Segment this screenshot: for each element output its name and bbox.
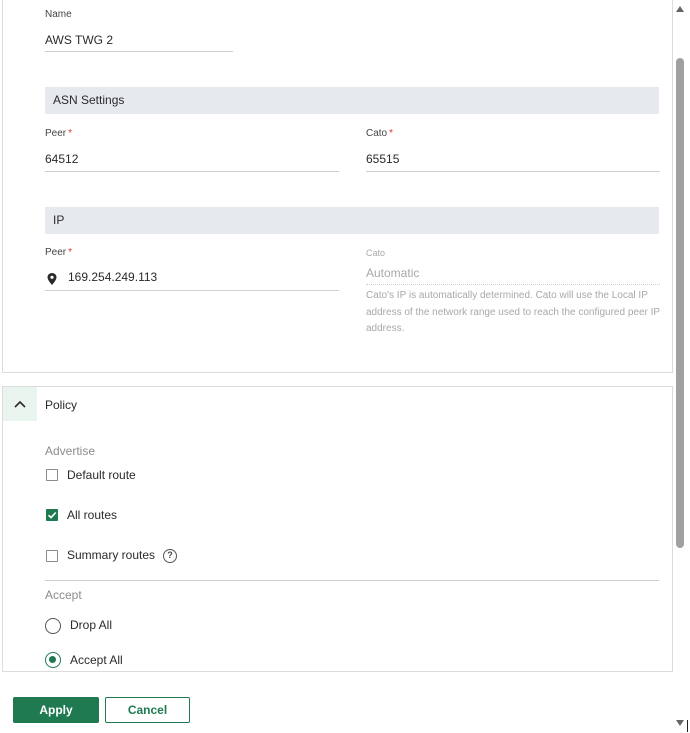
ip-peer-underline [45, 290, 339, 291]
scroll-down-arrow-icon[interactable] [676, 720, 684, 726]
name-input-underline [45, 51, 233, 52]
ip-cato-label: Cato [366, 248, 386, 258]
summary-routes-label: Summary routes [67, 548, 156, 562]
apply-button[interactable]: Apply [13, 697, 99, 723]
policy-divider [45, 580, 659, 581]
accept-label: Accept [45, 588, 82, 602]
scrollbar-thumb[interactable] [676, 58, 684, 548]
scroll-up-arrow-icon[interactable] [676, 6, 684, 12]
advertise-label: Advertise [45, 444, 96, 458]
name-label: Name [45, 9, 72, 20]
asn-cato-label-text: Cato [366, 128, 388, 139]
required-mark: * [389, 128, 394, 139]
ip-peer-label-text: Peer [45, 247, 67, 258]
accept-all-label: Accept All [70, 653, 123, 667]
cancel-button[interactable]: Cancel [105, 697, 190, 723]
asn-peer-label-text: Peer [45, 128, 67, 139]
ip-peer-label: Peer * [45, 247, 72, 258]
asn-settings-header: ASN Settings [45, 87, 659, 114]
policy-collapse-button[interactable] [3, 387, 37, 421]
default-route-checkbox[interactable] [46, 469, 58, 481]
ip-cato-underline [366, 284, 660, 285]
text-cursor-icon [687, 720, 688, 732]
default-route-label: Default route [67, 468, 136, 482]
required-mark: * [68, 247, 73, 258]
help-question-icon[interactable]: ? [163, 549, 177, 563]
all-routes-checkbox[interactable] [46, 509, 58, 521]
chevron-up-icon [14, 400, 26, 408]
ip-header: IP [45, 207, 659, 234]
accept-all-radio[interactable] [45, 652, 61, 668]
ip-peer-input[interactable]: 169.254.249.113 [68, 270, 157, 284]
asn-peer-underline [45, 171, 339, 172]
all-routes-label: All routes [67, 508, 118, 522]
drop-all-radio[interactable] [45, 618, 61, 634]
ip-cato-help-text: Cato's IP is automatically determined. C… [366, 290, 660, 334]
required-mark: * [68, 128, 73, 139]
policy-title: Policy [45, 398, 78, 412]
name-input[interactable]: AWS TWG 2 [45, 33, 113, 47]
bgp-peer-form-card: Name AWS TWG 2 ASN Settings Peer * 64512 … [2, 0, 673, 373]
asn-peer-input[interactable]: 64512 [45, 152, 78, 166]
check-icon [47, 511, 57, 519]
location-pin-icon [47, 272, 57, 290]
policy-card: Policy Advertise Default route All route… [2, 386, 673, 672]
asn-cato-input[interactable]: 65515 [366, 152, 399, 166]
asn-cato-label: Cato * [366, 128, 393, 139]
drop-all-label: Drop All [70, 618, 113, 632]
ip-cato-value: Automatic [366, 266, 420, 280]
summary-routes-checkbox[interactable] [46, 550, 58, 562]
asn-cato-underline [366, 171, 660, 172]
asn-peer-label: Peer * [45, 128, 72, 139]
